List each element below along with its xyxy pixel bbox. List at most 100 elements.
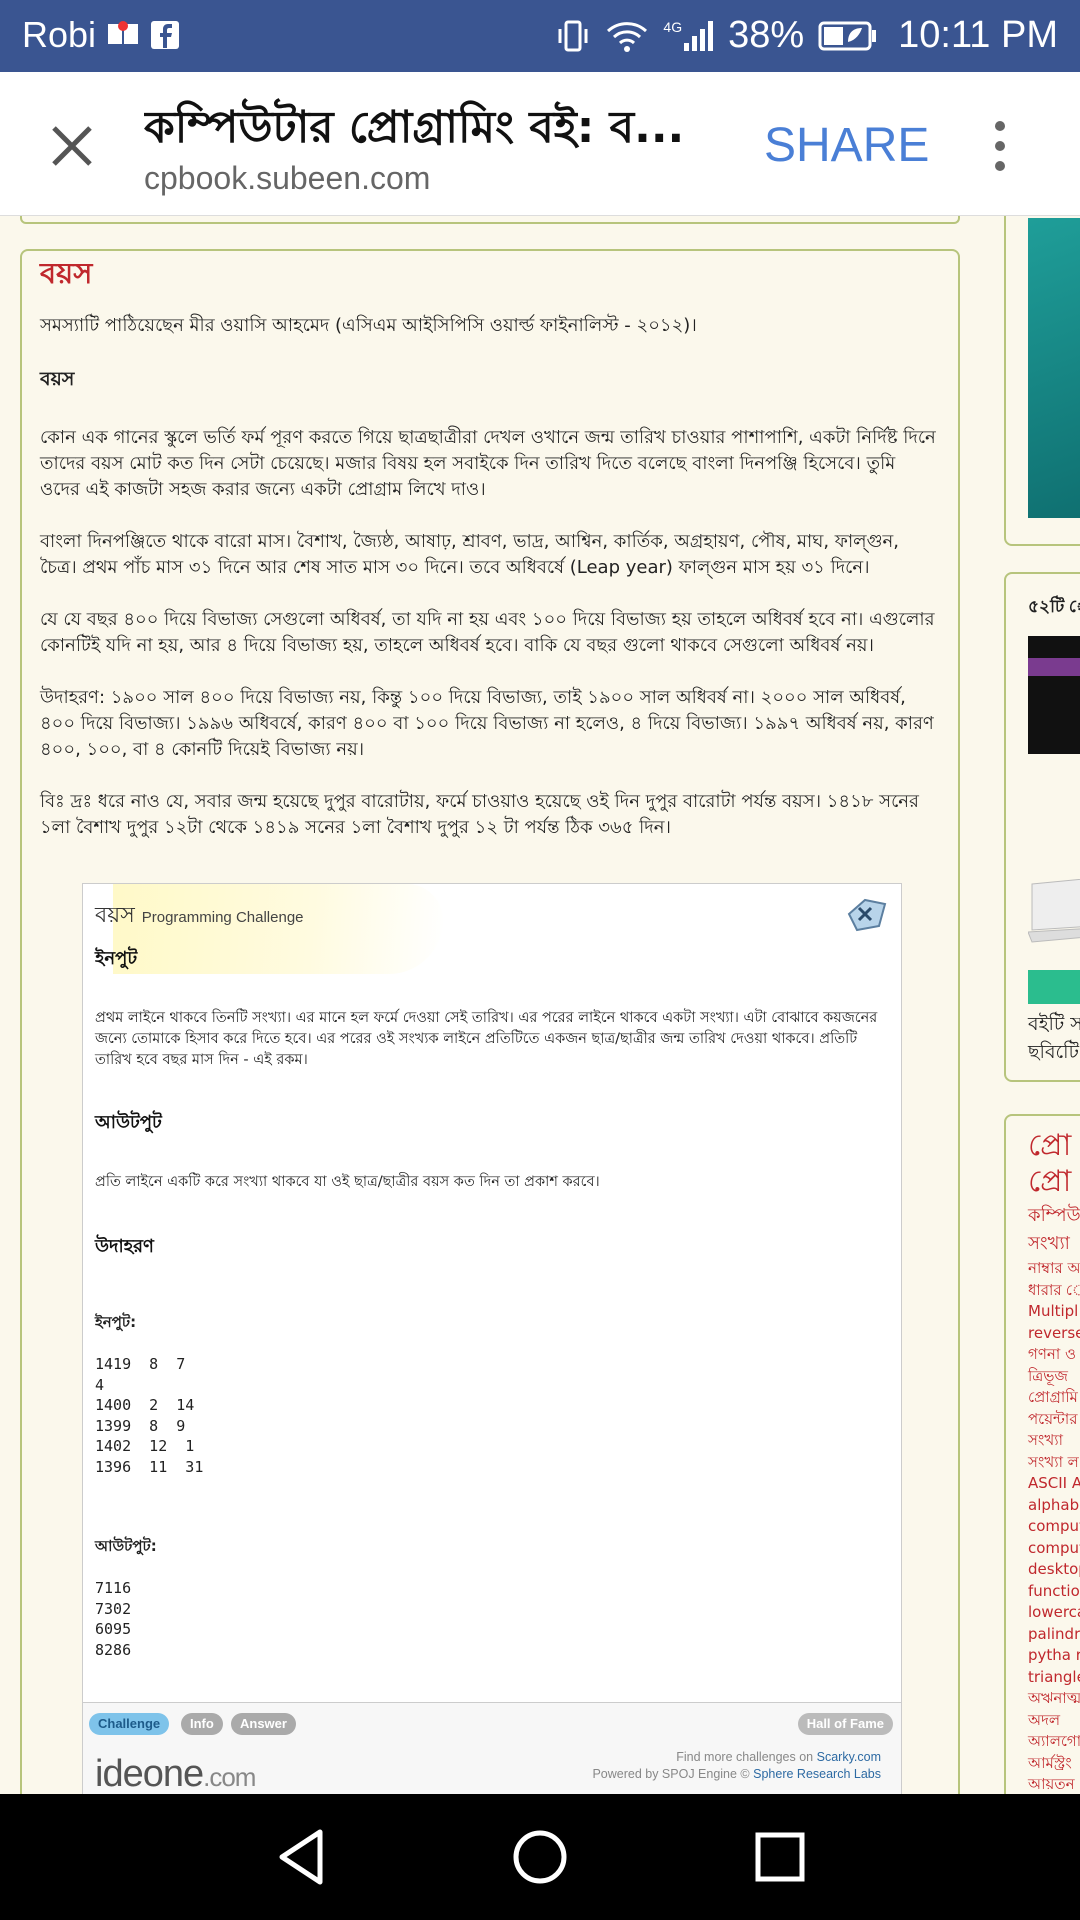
- tag-link[interactable]: comput: [1028, 1538, 1080, 1560]
- sidebar-widget-tags: প্রো প্রো কম্পিউসংখ্যানাম্বার আধারার েMu…: [1004, 1114, 1080, 1794]
- signal-icon: 4G: [663, 19, 714, 53]
- previous-post-box: [20, 216, 960, 224]
- status-bar: Robi 4G 38% 10:11 PM: [0, 0, 1080, 72]
- battery-icon: [818, 20, 878, 52]
- widget-text-line: বইটি স: [1028, 1013, 1080, 1035]
- clock: 10:11 PM: [898, 14, 1058, 56]
- logo-suffix: .com: [203, 1762, 256, 1792]
- hall-of-fame-button[interactable]: Hall of Fame: [797, 1713, 893, 1735]
- tag-link[interactable]: lowerca: [1028, 1602, 1080, 1624]
- sample-output-label: আউটপুট:: [95, 1537, 157, 1555]
- tag-link[interactable]: কম্পিউ: [1028, 1202, 1080, 1230]
- logo-text: ideone: [95, 1753, 204, 1794]
- close-icon[interactable]: [42, 116, 102, 176]
- heading-line: প্রো: [1028, 1164, 1072, 1199]
- output-heading: আউটপুট: [95, 1112, 162, 1133]
- input-heading: ইনপুট: [95, 948, 138, 969]
- widget-text-line: ছবিটিে: [1028, 1041, 1079, 1063]
- web-page: বয়স সমস্যাটি পাঠিয়েছেন মীর ওয়াসি আহমে…: [0, 216, 1080, 1794]
- book-app-icon: [106, 20, 140, 50]
- back-icon[interactable]: [268, 1824, 334, 1890]
- vibrate-icon: [555, 19, 591, 53]
- tag-link[interactable]: Multipl: [1028, 1301, 1080, 1323]
- output-description: প্রতি লাইনে একটি করে সংখ্যা থাকবে যা ওই …: [95, 1174, 600, 1190]
- tag-link[interactable]: অদল: [1028, 1710, 1080, 1732]
- share-button[interactable]: SHARE: [764, 118, 929, 173]
- sidebar-widget-2: ৫২টি ে বইটি স ছবিটিে: [1004, 572, 1080, 1082]
- facebook-icon: [150, 20, 180, 50]
- battery-percent: 38%: [728, 14, 805, 56]
- tag-link[interactable]: desktop: [1028, 1559, 1080, 1581]
- tag-link[interactable]: function: [1028, 1581, 1080, 1603]
- article-subtitle: বয়স: [40, 368, 75, 390]
- tag-link[interactable]: সংখ্যা ল: [1028, 1452, 1080, 1474]
- challenge-name: বয়স: [95, 903, 135, 928]
- tag-link[interactable]: comput: [1028, 1516, 1080, 1538]
- book-banner-image[interactable]: [1028, 636, 1080, 754]
- sample-output: 7116 7302 6095 8286: [95, 1579, 132, 1659]
- credits: Find more challenges on Scarky.com Power…: [592, 1749, 881, 1783]
- tag-link[interactable]: ত্রিভূজ: [1028, 1366, 1080, 1388]
- tag-link[interactable]: অ্যালগো: [1028, 1731, 1080, 1753]
- tag-cloud: কম্পিউসংখ্যানাম্বার আধারার েMultiplrever…: [1028, 1202, 1080, 1794]
- sidebar-widget-1: [1004, 216, 1080, 546]
- ideone-logo[interactable]: ideone.com: [95, 1753, 256, 1794]
- tag-link[interactable]: ধারার ে: [1028, 1280, 1080, 1302]
- article-title: বয়স: [40, 256, 93, 290]
- tag-link[interactable]: সংখ্যা: [1028, 1430, 1080, 1452]
- custom-tab-toolbar: কম্পিউটার প্রোগ্রামিং বই: ব... cpbook.su…: [0, 72, 1080, 216]
- tag-link[interactable]: reverse: [1028, 1323, 1080, 1345]
- credit-text: Find more challenges on: [676, 1750, 814, 1764]
- tab-info[interactable]: Info: [181, 1713, 223, 1735]
- tag-link[interactable]: সংখ্যা: [1028, 1230, 1080, 1258]
- tag-link[interactable]: পয়েন্টার: [1028, 1409, 1080, 1431]
- article-paragraph: যে যে বছর ৪০০ দিয়ে বিভাজ্য সেগুলো অধিবর…: [40, 609, 935, 656]
- tag-link[interactable]: নাম্বার আ: [1028, 1258, 1080, 1280]
- home-icon[interactable]: [507, 1824, 573, 1890]
- laptop-image: [1028, 878, 1080, 943]
- sphere-link[interactable]: Sphere Research Labs: [753, 1767, 881, 1781]
- sample-input: 1419 8 7 4 1400 2 14 1399 8 9 1402 12 1 …: [95, 1355, 204, 1476]
- widget-text: বইটি স ছবিটিে: [1028, 1010, 1080, 1066]
- tag-link[interactable]: pytha r: [1028, 1645, 1080, 1667]
- widget-heading: ৫২টি ে: [1028, 597, 1080, 617]
- tag-link[interactable]: অঋনাত্মক: [1028, 1688, 1080, 1710]
- example-heading: উদাহরণ: [95, 1236, 154, 1257]
- article-paragraph: কোন এক গানের স্কুলে ভর্তি ফর্ম পূরণ করতে…: [40, 427, 936, 500]
- tag-link[interactable]: ASCII A: [1028, 1473, 1080, 1495]
- heading-line: প্রো: [1028, 1128, 1072, 1163]
- article-paragraph: বিঃ দ্রঃ ধরে নাও যে, সবার জন্ম হয়েছে দু…: [40, 791, 919, 838]
- page-title: কম্পিউটার প্রোগ্রামিং বই: ব...: [144, 102, 685, 153]
- tab-challenge[interactable]: Challenge: [89, 1713, 170, 1735]
- sample-input-label: ইনপুট:: [95, 1313, 137, 1331]
- article-paragraph: বাংলা দিনপঞ্জিতে থাকে বারো মাস। বৈশাখ, জ…: [40, 531, 900, 578]
- tag-link[interactable]: triangle: [1028, 1667, 1080, 1689]
- article-box: বয়স সমস্যাটি পাঠিয়েছেন মীর ওয়াসি আহমে…: [20, 249, 960, 1794]
- tag-link[interactable]: alphabe: [1028, 1495, 1080, 1517]
- recents-icon[interactable]: [747, 1824, 813, 1890]
- more-options-icon[interactable]: [990, 116, 1010, 176]
- tag-link[interactable]: প্রোগ্রামি: [1028, 1387, 1080, 1409]
- page-url: cpbook.subeen.com: [144, 160, 431, 196]
- tab-answer[interactable]: Answer: [231, 1713, 296, 1735]
- credit-text: Powered by SPOJ Engine ©: [592, 1767, 750, 1781]
- tag-link[interactable]: আয়তন: [1028, 1774, 1080, 1794]
- green-button[interactable]: [1028, 970, 1080, 1004]
- scarky-link[interactable]: Scarky.com: [817, 1750, 881, 1764]
- article-paragraph: উদাহরণ: ১৯০০ সাল ৪০০ দিয়ে বিভাজ্য নয়, …: [40, 687, 934, 760]
- ideone-widget: বয়স Programming Challenge ইনপুট প্রথম ল…: [82, 883, 902, 1794]
- challenge-suffix: Programming Challenge: [141, 909, 304, 926]
- tag-link[interactable]: palindro: [1028, 1624, 1080, 1646]
- navigation-bar: [0, 1794, 1080, 1920]
- challenge-badge-icon: [847, 898, 887, 932]
- challenge-title: বয়স Programming Challenge: [95, 898, 304, 935]
- article-intro: সমস্যাটি পাঠিয়েছেন মীর ওয়াসি আহমেদ (এস…: [40, 315, 697, 336]
- input-description: প্রথম লাইনে থাকবে তিনটি সংখ্যা। এর মানে …: [95, 1010, 878, 1068]
- book-cover-image[interactable]: [1028, 218, 1080, 518]
- wifi-icon: [605, 19, 649, 53]
- network-type: 4G: [663, 18, 683, 35]
- widget-heading: প্রো প্রো: [1028, 1128, 1071, 1200]
- tag-link[interactable]: গণনা ও: [1028, 1344, 1080, 1366]
- tag-link[interactable]: আর্মস্ট্রং: [1028, 1753, 1080, 1775]
- ideone-footer: Challenge Info Answer Hall of Fame ideon…: [83, 1702, 901, 1794]
